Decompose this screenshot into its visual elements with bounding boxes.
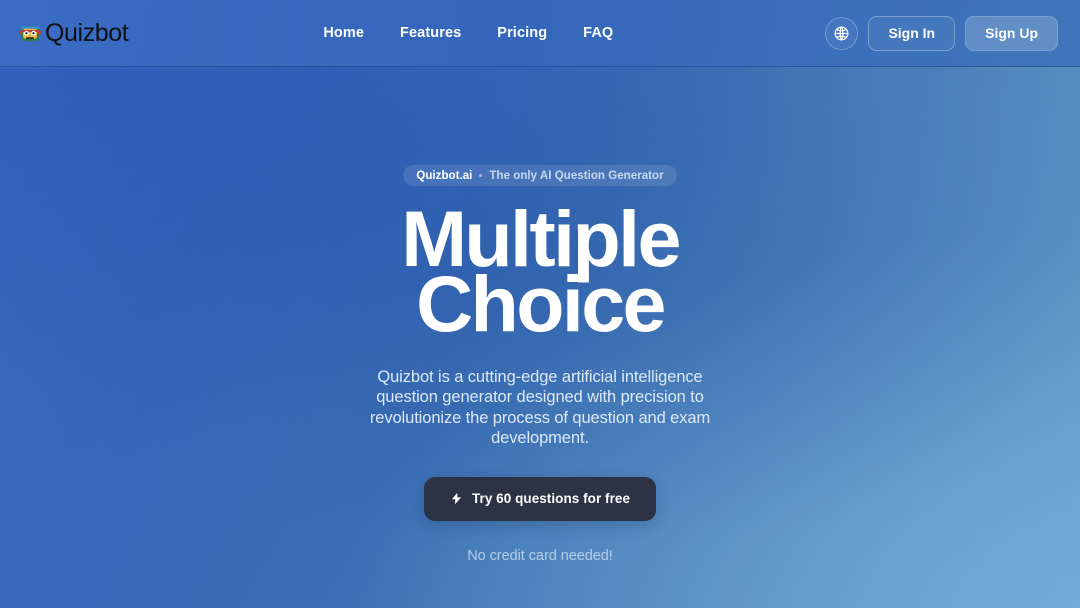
language-selector-button[interactable] <box>825 16 859 50</box>
lightning-bolt-icon <box>450 491 463 506</box>
nav-item-features[interactable]: Features <box>400 25 461 41</box>
badge-separator-dot <box>479 174 483 177</box>
brand-logo[interactable]: Quizbot <box>18 18 129 47</box>
hero-section: Quizbot.ai The only AI Question Generato… <box>0 67 1080 608</box>
globe-icon <box>833 25 850 42</box>
try-free-button[interactable]: Try 60 questions for free <box>423 476 657 521</box>
page-title-line-2: Choice <box>416 258 666 348</box>
header-actions: Sign In Sign Up <box>825 15 1058 51</box>
brand-name: Quizbot <box>45 18 129 47</box>
tagline-badge[interactable]: Quizbot.ai The only AI Question Generato… <box>403 165 677 186</box>
badge-tagline-label: The only AI Question Generator <box>489 169 664 182</box>
sign-up-button[interactable]: Sign Up <box>965 15 1058 51</box>
try-free-button-label: Try 60 questions for free <box>471 491 631 507</box>
hero-description: Quizbot is a cutting-edge artificial int… <box>369 367 711 448</box>
badge-brand-label: Quizbot.ai <box>416 169 473 182</box>
page-title: Multiple Choice <box>401 199 681 348</box>
robot-face-icon <box>18 21 42 45</box>
site-header: Quizbot Home Features Pricing FAQ Sign I… <box>0 0 1080 67</box>
nav-item-home[interactable]: Home <box>323 25 364 41</box>
main-navigation: Home Features Pricing FAQ <box>323 25 613 41</box>
nav-item-pricing[interactable]: Pricing <box>497 25 547 41</box>
sign-in-button[interactable]: Sign In <box>868 15 956 51</box>
no-credit-card-note: No credit card needed! <box>467 547 613 564</box>
nav-item-faq[interactable]: FAQ <box>583 25 613 41</box>
